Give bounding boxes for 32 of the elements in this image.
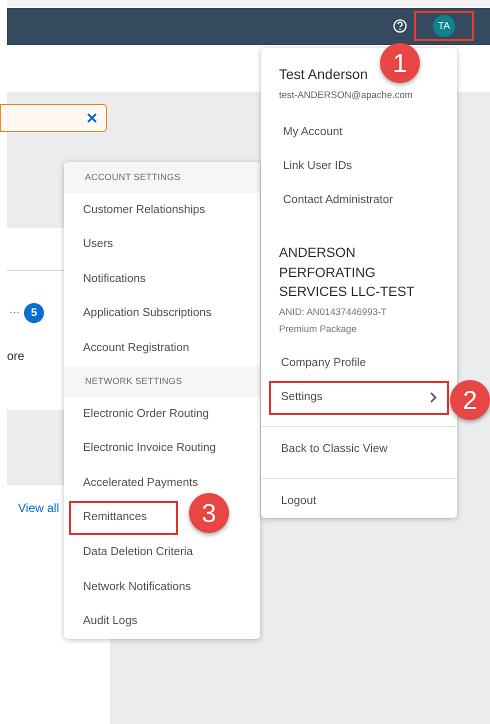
- menu-item[interactable]: Electronic Order Routing: [83, 406, 209, 423]
- count-badge: 5: [24, 303, 44, 323]
- company-id: ANID: AN01437446993-T: [279, 306, 388, 320]
- menu-item[interactable]: Customer Relationships: [83, 202, 206, 219]
- menu-item[interactable]: Remittances: [69, 501, 178, 536]
- menu-item[interactable]: Logout: [281, 492, 316, 510]
- card-text: ore: [7, 348, 24, 365]
- user-email: test-ANDERSON@apache.com: [279, 89, 414, 103]
- menu-item[interactable]: My Account: [283, 124, 342, 142]
- package-label: Premium Package: [279, 322, 358, 336]
- menu-item[interactable]: Accelerated Payments: [83, 474, 198, 492]
- menu-item[interactable]: Link User IDs: [283, 158, 352, 176]
- ellipsis: …: [9, 303, 20, 318]
- menu-item[interactable]: Notifications: [83, 270, 146, 288]
- view-all-link[interactable]: View all: [18, 499, 60, 517]
- menu-item[interactable]: Data Deletion Criteria: [83, 544, 193, 562]
- menu-item[interactable]: Electronic Invoice Routing: [83, 440, 216, 458]
- menu-item[interactable]: Company Profile: [281, 354, 437, 372]
- menu-item[interactable]: Application Subscriptions: [83, 305, 212, 323]
- highlighted-menu-item[interactable]: Settings: [269, 380, 449, 414]
- menu-item[interactable]: Users: [83, 236, 114, 254]
- close-icon[interactable]: [87, 113, 97, 123]
- user-name: Test Anderson: [279, 65, 369, 84]
- menu-item[interactable]: Network Notifications: [83, 578, 192, 596]
- help-icon[interactable]: [393, 19, 407, 33]
- menu-item[interactable]: Account Registration: [83, 340, 190, 358]
- company-name: ANDERSON PERFORATING SERVICES LLC-TEST: [279, 244, 416, 301]
- menu-item[interactable]: Audit Logs: [83, 613, 138, 630]
- menu-item[interactable]: Contact Administrator: [283, 192, 393, 210]
- menu-item[interactable]: Back to Classic View: [281, 440, 388, 458]
- section-heading: NETWORK SETTINGS: [85, 374, 182, 388]
- section-heading: ACCOUNT SETTINGS: [85, 170, 180, 184]
